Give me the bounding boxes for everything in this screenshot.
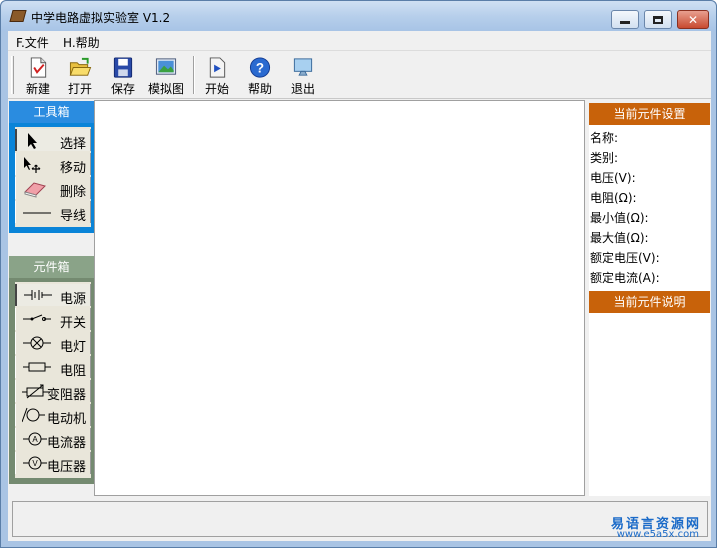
save-label: 保存	[110, 82, 135, 96]
prop-name: 名称:	[590, 131, 619, 145]
comp-voltmeter-label: 电压器	[46, 460, 86, 475]
comp-rheostat[interactable]: 变阻器	[15, 380, 91, 403]
properties-panel: 当前元件设置 名称: 类别: 电压(V): 电阻(Ω): 最小值(Ω): 最大值…	[589, 103, 710, 496]
close-icon: ✕	[687, 12, 699, 27]
tool-wire-label: 导线	[59, 209, 86, 224]
prop-type: 类别:	[590, 151, 619, 165]
move-cursor-icon	[24, 157, 41, 173]
description-title: 当前元件说明	[589, 291, 710, 313]
comp-ammeter-label: 电流器	[46, 436, 86, 451]
minimize-button[interactable]	[611, 10, 639, 29]
start-label: 开始	[204, 82, 229, 96]
save-disk-icon	[113, 57, 133, 78]
components-list: 电源 开关 电灯 电阻 变阻器 电动机 A 电流器 V 电压器	[15, 282, 91, 478]
toolbox-panel: 工具箱 选择 移动 删除 导线	[9, 101, 94, 233]
left-panel: 工具箱 选择 移动 删除 导线 元件箱 电源 开关 电灯 电阻 变阻器 电动机 …	[9, 101, 94, 496]
comp-lamp-label: 电灯	[59, 340, 86, 355]
select-arrow-icon	[28, 133, 37, 149]
help-question-icon: ?	[249, 57, 271, 78]
comp-power-label: 电源	[59, 292, 86, 307]
svg-text:A: A	[32, 435, 38, 444]
tool-wire[interactable]: 导线	[15, 201, 91, 224]
new-label: 新建	[25, 82, 50, 96]
comp-resistor-label: 电阻	[59, 364, 86, 379]
comp-switch-label: 开关	[59, 316, 86, 331]
comp-lamp[interactable]: 电灯	[15, 332, 91, 355]
exit-monitor-icon	[293, 58, 313, 76]
tool-move-label: 移动	[59, 161, 86, 176]
tool-delete[interactable]: 删除	[15, 177, 91, 200]
window-title: 中学电路虚拟实验室 V1.2	[31, 11, 171, 25]
lamp-symbol-icon	[23, 336, 51, 350]
battery-symbol-icon	[24, 290, 52, 300]
status-bar: 易语言资源网 www.e5a5x.com	[12, 501, 708, 540]
prop-voltage: 电压(V):	[590, 171, 636, 185]
exit-label: 退出	[290, 82, 315, 96]
comp-resistor[interactable]: 电阻	[15, 356, 91, 379]
menu-file[interactable]: F.文件	[16, 34, 49, 51]
toolbox-list: 选择 移动 删除 导线	[15, 127, 91, 227]
properties-title: 当前元件设置	[589, 103, 710, 125]
simulate-button[interactable]: 模拟图	[145, 54, 187, 97]
prop-max: 最大值(Ω):	[590, 231, 649, 245]
wire-line-icon	[23, 212, 51, 214]
comp-motor-label: 电动机	[46, 412, 86, 427]
comp-switch[interactable]: 开关	[15, 308, 91, 331]
prop-min: 最小值(Ω):	[590, 211, 649, 225]
app-icon	[9, 10, 27, 22]
open-button[interactable]: 打开	[64, 54, 96, 97]
app-window: 中学电路虚拟实验室 V1.2 ✕ F.文件 H.帮助 新建 打开 保存 模拟图 …	[0, 0, 717, 548]
resistor-symbol-icon	[23, 362, 51, 372]
comp-voltmeter[interactable]: V 电压器	[15, 452, 91, 475]
help-label: 帮助	[247, 82, 272, 96]
prop-rated-voltage: 额定电压(V):	[590, 251, 660, 265]
maximize-icon	[653, 15, 663, 24]
toolbar-separator	[193, 56, 195, 94]
help-button[interactable]: ? 帮助	[244, 54, 276, 97]
comp-motor[interactable]: 电动机	[15, 404, 91, 427]
toolbox-title: 工具箱	[9, 101, 94, 123]
start-play-icon	[209, 57, 226, 78]
title-bar[interactable]: 中学电路虚拟实验室 V1.2 ✕	[1, 1, 716, 31]
svg-text:V: V	[32, 459, 38, 468]
simulate-label: 模拟图	[147, 82, 184, 96]
prop-rated-current: 额定电流(A):	[590, 271, 660, 285]
close-button[interactable]: ✕	[677, 10, 709, 29]
voltmeter-symbol-icon: V	[23, 456, 47, 470]
open-label: 打开	[67, 82, 92, 96]
motor-symbol-icon	[22, 407, 45, 423]
comp-rheostat-label: 变阻器	[46, 388, 86, 403]
prop-resistance: 电阻(Ω):	[590, 191, 637, 205]
start-button[interactable]: 开始	[201, 54, 233, 97]
menu-bar: F.文件 H.帮助	[8, 31, 711, 51]
eraser-icon	[24, 182, 46, 198]
tool-delete-label: 删除	[59, 185, 86, 200]
exit-button[interactable]: 退出	[287, 54, 319, 97]
rheostat-symbol-icon	[22, 384, 49, 399]
components-title: 元件箱	[9, 256, 94, 278]
switch-symbol-icon	[23, 314, 51, 321]
ammeter-symbol-icon: A	[23, 432, 47, 446]
menu-help[interactable]: H.帮助	[63, 34, 100, 51]
toolbar: 新建 打开 保存 模拟图 开始 ? 帮助 退出	[8, 52, 711, 99]
toolbar-grip[interactable]	[11, 56, 14, 94]
tool-move[interactable]: 移动	[15, 153, 91, 176]
components-panel: 元件箱 电源 开关 电灯 电阻 变阻器 电动机 A 电流器 V 电压器	[9, 256, 94, 484]
simulate-picture-icon	[155, 58, 177, 75]
maximize-button[interactable]	[644, 10, 672, 29]
minimize-icon	[620, 21, 630, 24]
svg-text:?: ?	[256, 60, 264, 75]
save-button[interactable]: 保存	[107, 54, 139, 97]
tool-select-label: 选择	[59, 137, 86, 152]
comp-ammeter[interactable]: A 电流器	[15, 428, 91, 451]
open-folder-icon	[69, 57, 92, 76]
tool-select[interactable]: 选择	[15, 129, 91, 152]
client-area: F.文件 H.帮助 新建 打开 保存 模拟图 开始 ? 帮助 退出 工具箱 选择…	[8, 31, 711, 541]
watermark-url: www.e5a5x.com	[616, 529, 699, 540]
circuit-canvas[interactable]	[94, 100, 585, 496]
new-file-icon	[30, 57, 47, 78]
comp-power[interactable]: 电源	[15, 284, 91, 307]
new-button[interactable]: 新建	[22, 54, 54, 97]
